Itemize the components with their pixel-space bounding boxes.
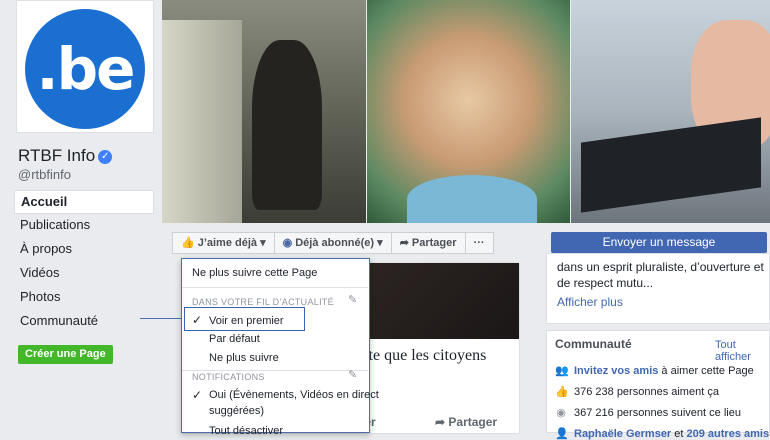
- friends-row: 👤 Raphaële Germser et 209 autres amis: [555, 428, 770, 440]
- all-off-item[interactable]: Tout désactiver: [209, 425, 283, 437]
- share-button[interactable]: ➦ Partager: [390, 232, 466, 254]
- rtbf-logo: .be: [25, 9, 145, 129]
- send-message-button[interactable]: Envoyer un message: [551, 232, 767, 253]
- likes-row: 👍 376 238 personnes aiment ça: [555, 386, 719, 398]
- invite-row: 👥 Invitez vos amis à aimer cette Page: [555, 365, 754, 377]
- pencil-icon[interactable]: ✎: [348, 293, 357, 306]
- post-share-button[interactable]: ➦ Partager: [435, 415, 497, 429]
- follows-row: ◉ 367 216 personnes suivent ce lieu: [556, 407, 741, 419]
- follow-dropdown-menu: Ne plus suivre cette Page DANS VOTRE FIL…: [181, 258, 379, 437]
- thumbs-up-icon: 👍: [181, 237, 195, 249]
- invite-friends-icon: 👥: [555, 365, 569, 377]
- rss-icon: ◉: [282, 237, 293, 249]
- verified-badge-icon: ✓: [98, 150, 113, 164]
- show-more-link[interactable]: Afficher plus: [557, 295, 623, 309]
- invite-friends-link[interactable]: Invitez vos amis: [574, 365, 658, 377]
- nav-item-a-propos[interactable]: À propos: [14, 238, 154, 262]
- community-card: Communauté Tout afficher 👥 Invitez vos am…: [546, 330, 770, 440]
- nav-item-publications[interactable]: Publications: [14, 214, 154, 238]
- chevron-down-icon: ▾: [260, 237, 266, 249]
- cover-segment-girl: [367, 0, 570, 223]
- default-item[interactable]: Par défaut: [209, 333, 260, 345]
- show-all-link[interactable]: Tout afficher: [715, 339, 769, 363]
- page-nav: Accueil Publications À propos Vidéos Pho…: [14, 190, 154, 334]
- like-button[interactable]: 👍 J’aime déjà ▾: [172, 232, 275, 254]
- cover-video[interactable]: [162, 0, 770, 223]
- about-card: dans un esprit pluraliste, d’ouverture e…: [546, 253, 770, 324]
- rss-icon: ◉: [556, 407, 566, 419]
- unfollow-page-item[interactable]: Ne plus suivre cette Page: [192, 267, 317, 279]
- friends-icon: 👤: [555, 428, 569, 440]
- checkmark-icon: ✓: [192, 313, 203, 327]
- pencil-icon[interactable]: ✎: [348, 368, 357, 381]
- nav-item-photos[interactable]: Photos: [14, 286, 154, 310]
- page-action-bar: 👍 J’aime déjà ▾ ◉ Déjà abonné(e) ▾ ➦ Partag…: [172, 232, 494, 254]
- about-text: dans un esprit pluraliste, d’ouverture e…: [557, 260, 764, 290]
- share-arrow-icon: ➦: [399, 237, 409, 249]
- community-title[interactable]: Communauté: [555, 337, 632, 351]
- nav-item-accueil[interactable]: Accueil: [14, 190, 154, 214]
- nav-item-videos[interactable]: Vidéos: [14, 262, 154, 286]
- page-name-label: RTBF Info: [18, 146, 96, 165]
- menu-divider: [182, 287, 368, 288]
- logo-text: .be: [36, 35, 136, 103]
- cover-segment-corridor: [162, 0, 366, 223]
- unfollow-item[interactable]: Ne plus suivre: [209, 352, 279, 364]
- newsfeed-section-header: DANS VOTRE FIL D’ACTUALITÉ: [192, 297, 334, 307]
- profile-picture[interactable]: .be: [16, 0, 154, 133]
- see-first-item[interactable]: Voir en premier: [209, 315, 284, 327]
- checkmark-icon: ✓: [192, 388, 203, 402]
- friend-link[interactable]: Raphaële Germser: [574, 428, 671, 440]
- share-arrow-icon: ➦: [435, 415, 449, 429]
- thumbs-up-icon: 👍: [555, 386, 569, 398]
- create-page-button[interactable]: Créer une Page: [18, 345, 113, 364]
- more-options-button[interactable]: ···: [464, 232, 494, 254]
- menu-divider: [182, 370, 368, 371]
- chevron-down-icon: ▾: [377, 237, 383, 249]
- page-title[interactable]: RTBF Info ✓: [18, 146, 113, 166]
- follow-button[interactable]: ◉ Déjà abonné(e) ▾: [273, 232, 392, 254]
- cover-segment-keyboard: [571, 0, 770, 223]
- notifications-section-header: NOTIFICATIONS: [192, 372, 265, 382]
- nav-item-communaute[interactable]: Communauté: [14, 310, 154, 334]
- notifications-on-item[interactable]: Oui (Évènements, Vidéos en direct suggér…: [209, 389, 379, 417]
- page-handle[interactable]: @rtbfinfo: [18, 167, 71, 182]
- page-sidebar: .be RTBF Info ✓ @rtbfinfo Accueil Publica…: [0, 0, 162, 433]
- other-friends-link[interactable]: 209 autres amis: [687, 428, 770, 440]
- annotation-connector-line: [140, 318, 182, 319]
